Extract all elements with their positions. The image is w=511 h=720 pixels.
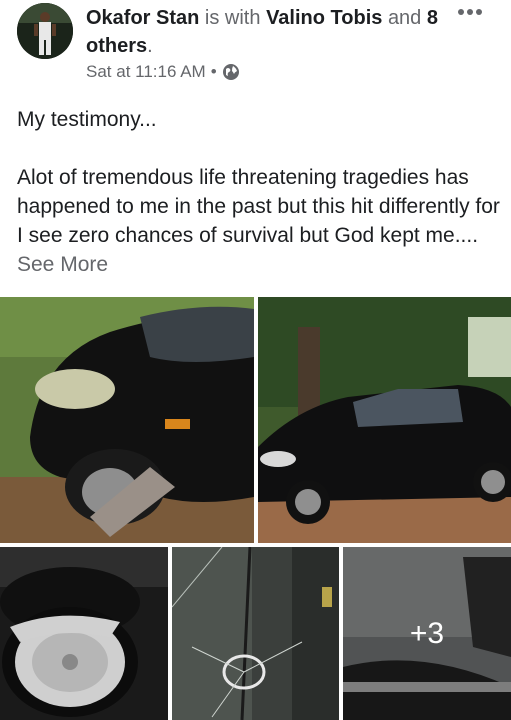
post-text-title: My testimony... (17, 108, 157, 131)
photo-car-front[interactable] (0, 297, 254, 543)
see-more-link[interactable]: See More (17, 253, 108, 276)
post-paragraph: Alot of tremendous life threatening trag… (17, 166, 500, 247)
post-timestamp[interactable]: Sat at 11:16 AM (86, 62, 206, 82)
more-options-icon[interactable] (455, 2, 485, 22)
photo-car-side[interactable] (258, 297, 511, 543)
post-header: Okafor Stan is with Valino Tobis and 8 o… (0, 0, 511, 92)
globe-icon[interactable] (222, 63, 240, 81)
post-text: My testimony... Alot of tremendous life … (17, 105, 502, 279)
post-meta: Sat at 11:16 AM • (86, 62, 240, 82)
photo-grid: +3 (0, 297, 511, 720)
meta-dot: • (210, 62, 217, 81)
more-photos-count: +3 (343, 547, 511, 720)
photo-cracked-glass[interactable] (172, 547, 339, 720)
and-text: and (387, 7, 422, 29)
post-title-line: Okafor Stan is with Valino Tobis and 8 o… (86, 4, 446, 60)
author-avatar[interactable] (17, 3, 73, 59)
with-text: is with (204, 7, 261, 29)
period: . (147, 35, 153, 57)
photo-more[interactable]: +3 (343, 547, 511, 720)
more-photos-label: +3 (409, 616, 445, 650)
photo-damaged-wheel[interactable] (0, 547, 168, 720)
post-text-body: Alot of tremendous life threatening trag… (17, 163, 502, 279)
tagged-person[interactable]: Valino Tobis (266, 7, 382, 29)
author-name[interactable]: Okafor Stan (86, 7, 199, 29)
